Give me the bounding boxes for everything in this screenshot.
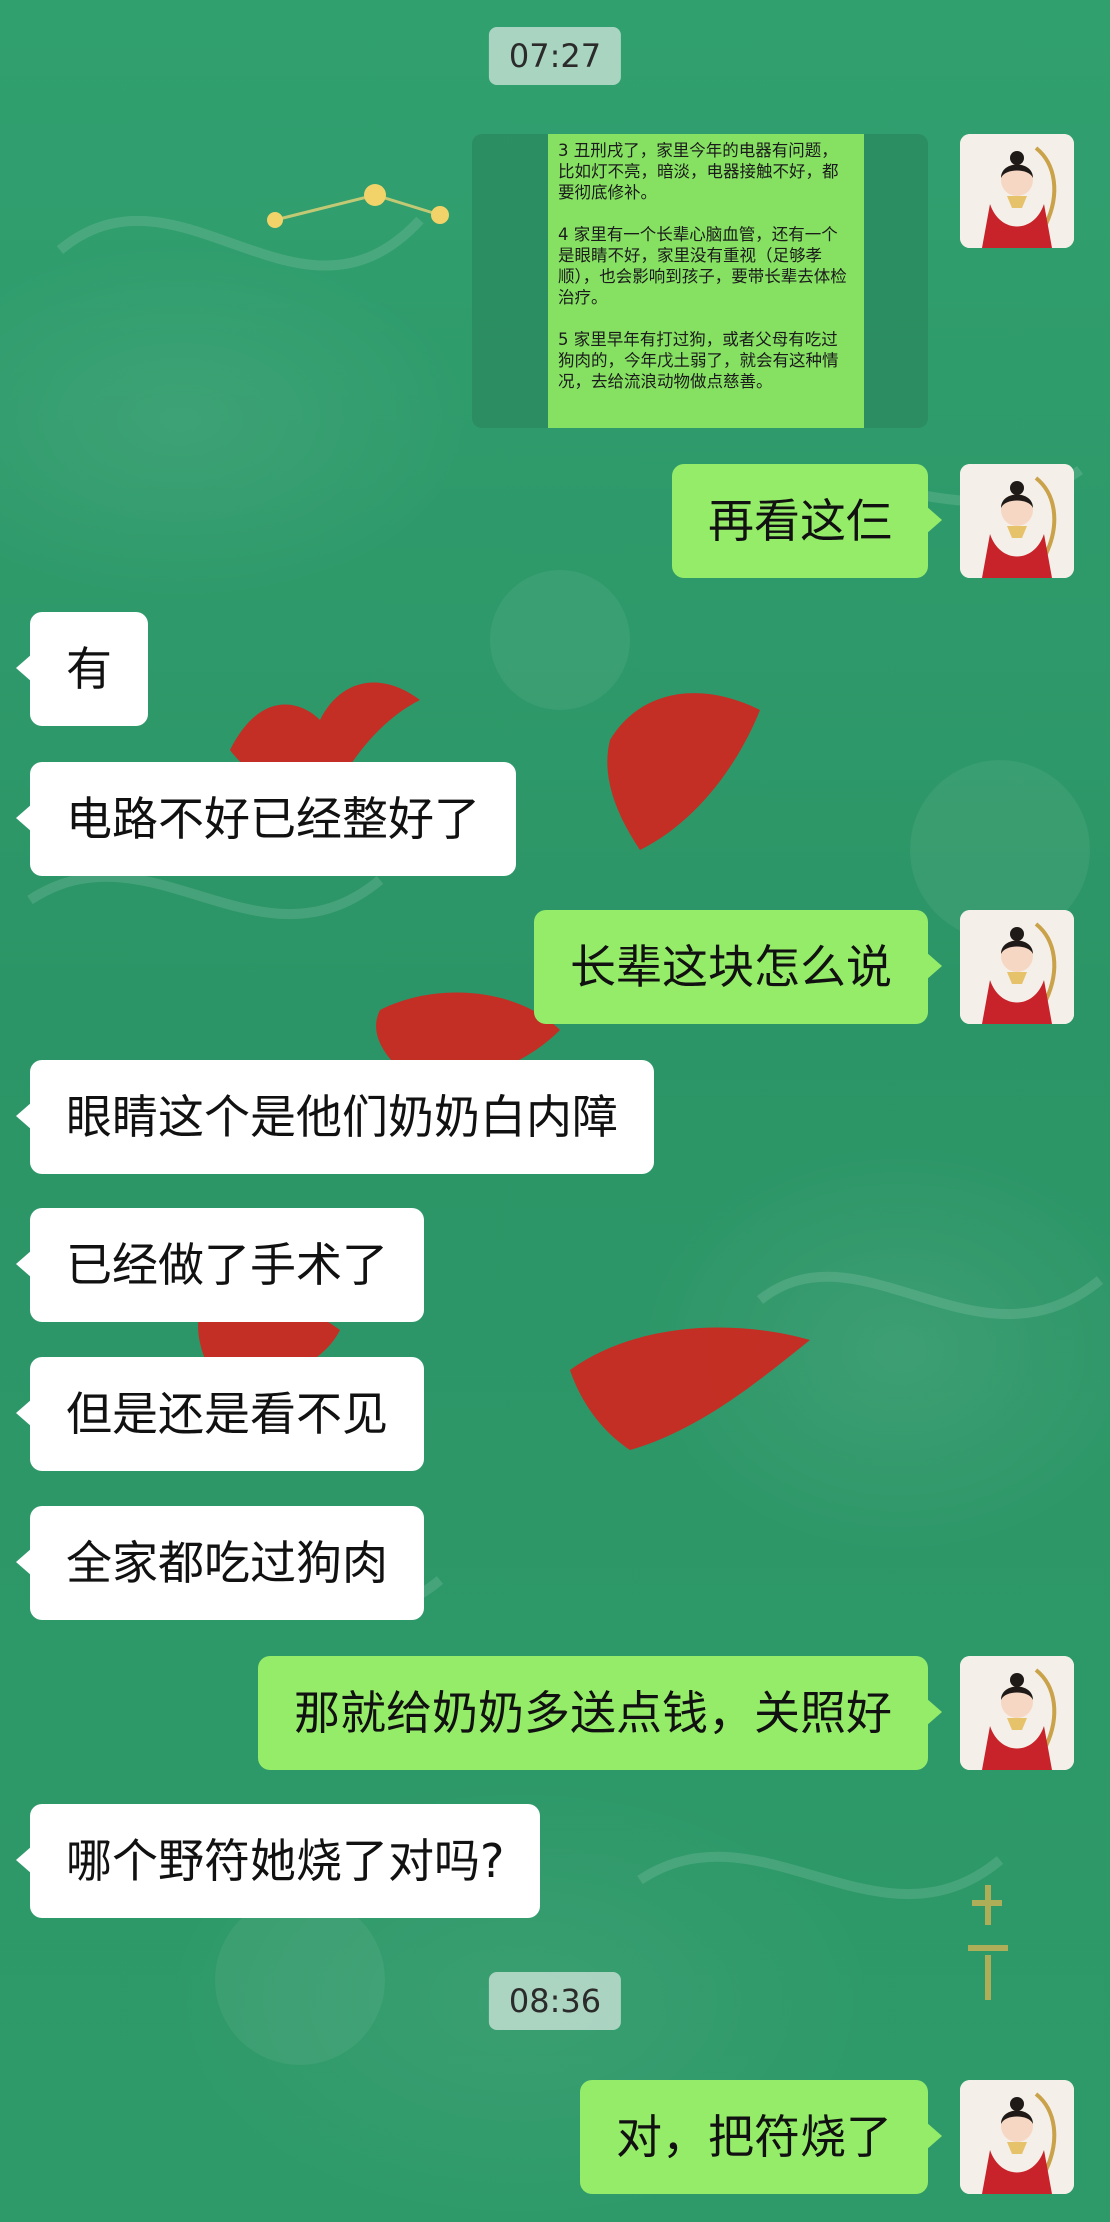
message-bubble-incoming[interactable]: 已经做了手术了 — [16, 1208, 424, 1322]
timestamp: 07:27 — [488, 27, 622, 85]
message-bubble-outgoing[interactable]: 再看这仨 — [672, 464, 942, 578]
image-message[interactable]: 3 丑刑戌了，家里今年的电器有问题，比如灯不亮，暗淡，电器接触不好，都要彻底修补… — [472, 134, 928, 428]
image-paragraph: 4 家里有一个长辈心脑血管，还有一个是眼睛不好，家里没有重视（足够孝顺），也会影… — [558, 225, 847, 307]
avatar-image — [960, 464, 1074, 578]
image-message-document: 3 丑刑戌了，家里今年的电器有问题，比如灯不亮，暗淡，电器接触不好，都要彻底修补… — [548, 134, 864, 428]
message-bubble-incoming[interactable]: 电路不好已经整好了 — [16, 762, 516, 876]
timestamp: 08:36 — [488, 1972, 622, 2030]
message-bubble-incoming[interactable]: 但是还是看不见 — [16, 1357, 424, 1471]
avatar-image — [960, 910, 1074, 1024]
message-bubble-outgoing[interactable]: 对，把符烧了 — [580, 2080, 942, 2194]
avatar[interactable] — [960, 134, 1074, 248]
message-bubble-incoming[interactable]: 全家都吃过狗肉 — [16, 1506, 424, 1620]
message-bubble-incoming[interactable]: 眼睛这个是他们奶奶白内障 — [16, 1060, 654, 1174]
message-bubble-incoming[interactable]: 有 — [16, 612, 148, 726]
avatar[interactable] — [960, 1656, 1074, 1770]
avatar[interactable] — [960, 464, 1074, 578]
avatar-image — [960, 1656, 1074, 1770]
message-bubble-outgoing[interactable]: 那就给奶奶多送点钱，关照好 — [258, 1656, 942, 1770]
image-paragraph: 3 丑刑戌了，家里今年的电器有问题，比如灯不亮，暗淡，电器接触不好，都要彻底修补… — [558, 141, 839, 202]
avatar[interactable] — [960, 2080, 1074, 2194]
avatar-image — [960, 134, 1074, 248]
message-bubble-incoming[interactable]: 哪个野符她烧了对吗? — [15, 1804, 541, 1918]
avatar[interactable] — [960, 910, 1074, 1024]
message-bubble-outgoing[interactable]: 长辈这块怎么说 — [534, 910, 942, 1024]
avatar-image — [960, 2080, 1074, 2194]
image-paragraph: 5 家里早年有打过狗，或者父母有吃过狗肉的，今年戊土弱了，就会有这种情况，去给流… — [558, 330, 839, 391]
